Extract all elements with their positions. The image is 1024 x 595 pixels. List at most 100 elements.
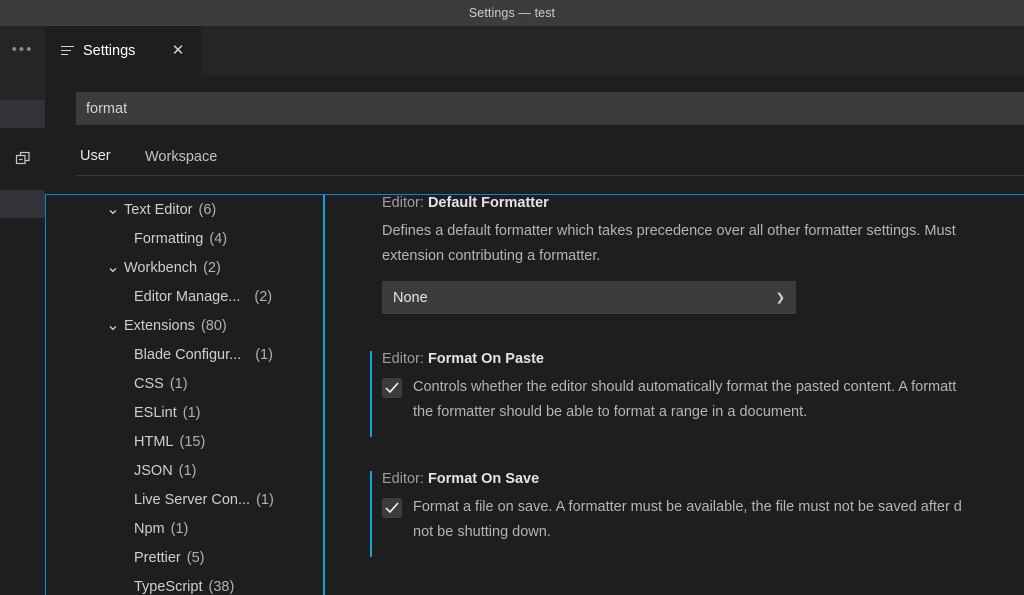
toc-item-prettier[interactable]: Prettier (5): [46, 543, 323, 572]
activity-bar-band-top: [0, 100, 45, 128]
settings-scope-tabs: User Workspace: [76, 137, 1024, 177]
tab-settings[interactable]: Settings ✕: [45, 26, 201, 75]
settings-list-icon: [61, 44, 75, 58]
toc-item-text: Formatting: [134, 230, 204, 247]
tab-workspace-label: Workspace: [145, 148, 218, 165]
setting-item-format-on-paste: Editor: Format On Paste Controls whether…: [325, 351, 1024, 437]
toc-item-count: (80): [200, 317, 227, 334]
title-bar: Settings — test: [0, 0, 1024, 26]
toc-item-label: Blade Configur... (1): [134, 340, 273, 369]
scope-tabs-divider: [76, 175, 1024, 176]
format-on-save-checkbox[interactable]: [382, 498, 402, 518]
toc-item-label: Text Editor (6): [124, 195, 216, 224]
toc-item-count: (1): [170, 520, 189, 537]
vscode-window: Settings — test ••• Settings ✕ format Us…: [0, 0, 1024, 595]
modified-indicator: [370, 351, 372, 437]
toc-item-count: (1): [255, 346, 273, 363]
toc-item-workbench[interactable]: ⌄ Workbench (2): [46, 253, 323, 282]
toc-item-formatting[interactable]: Formatting (4): [46, 224, 323, 253]
setting-description-line: not be shutting down.: [413, 524, 551, 540]
toc-item-label: Extensions (80): [124, 311, 227, 340]
check-icon: [385, 502, 399, 514]
toc-item-count: (5): [186, 549, 205, 566]
toc-item-count: (2): [203, 259, 221, 276]
default-formatter-dropdown[interactable]: None ❯: [382, 281, 796, 314]
window-title: Settings — test: [468, 6, 556, 20]
setting-category: Editor:: [382, 471, 424, 487]
ellipsis-icon[interactable]: •••: [0, 38, 45, 62]
setting-name: Format On Save: [427, 471, 540, 487]
chevron-down-icon: ❯: [775, 292, 785, 304]
toc-item-count: (4): [209, 230, 228, 247]
toc-item-text-editor[interactable]: ⌄ Text Editor (6): [46, 195, 323, 224]
toc-item-typescript[interactable]: TypeScript (38): [46, 572, 323, 595]
search-input-wrapper[interactable]: [76, 92, 1024, 125]
toc-item-count: (6): [198, 201, 217, 218]
toc-item-live-server-con[interactable]: Live Server Con... (1): [46, 485, 323, 514]
setting-name: Default Formatter: [427, 195, 549, 211]
settings-editor: User Workspace ⌄Text Editor(6)Formatting…: [45, 75, 1024, 595]
tab-workspace[interactable]: Workspace: [145, 137, 217, 176]
toc-item-eslint[interactable]: ESLint (1): [46, 398, 323, 427]
toc-item-count: (1): [182, 404, 201, 421]
modified-indicator: [370, 471, 372, 557]
tab-user-label: User: [80, 148, 111, 164]
toc-item-text: Extensions: [124, 317, 195, 334]
tab-bar-empty-space: [201, 26, 1024, 75]
setting-description-line: the formatter should be able to format a…: [413, 404, 808, 420]
settings-toc-tree: ⌄ Text Editor (6) Formatting (4) ⌄ Workbench (2…: [46, 195, 323, 595]
setting-name: Format On Paste: [427, 351, 544, 367]
toc-item-text: CSS: [134, 375, 164, 392]
toc-item-json[interactable]: JSON (1): [46, 456, 323, 485]
toc-item-text: ESLint: [134, 404, 177, 421]
search-input[interactable]: [86, 100, 1014, 117]
toc-item-editor-manage[interactable]: Editor Manage... (2): [46, 282, 323, 311]
toc-item-count: (1): [169, 375, 188, 392]
toc-item-npm[interactable]: Npm (1): [46, 514, 323, 543]
split-editor-icon[interactable]: [0, 128, 45, 190]
toc-item-label: HTML (15): [134, 427, 205, 456]
dropdown-value: None: [393, 289, 428, 306]
toc-item-text: Text Editor: [124, 201, 193, 218]
chevron-down-icon[interactable]: ⌄: [106, 311, 120, 340]
format-on-paste-checkbox[interactable]: [382, 378, 402, 398]
activity-bar-band-bottom: [0, 190, 45, 218]
split-editor-glyph: [15, 151, 30, 165]
close-icon[interactable]: ✕: [170, 43, 186, 59]
setting-description-line: Controls whether the editor should autom…: [413, 379, 957, 395]
toc-item-label: ESLint (1): [134, 398, 200, 427]
toc-item-count: (1): [178, 462, 197, 479]
setting-item-format-on-save: Editor: Format On Save Format a file on …: [325, 471, 1024, 557]
toc-item-label: Formatting (4): [134, 224, 227, 253]
chevron-down-icon[interactable]: ⌄: [106, 253, 120, 282]
setting-title: Editor: Default Formatter: [382, 195, 1024, 211]
toc-item-blade-configur[interactable]: Blade Configur... (1): [46, 340, 323, 369]
toc-item-text: JSON: [134, 462, 173, 479]
activity-bar: •••: [0, 26, 45, 595]
toc-item-label: Prettier (5): [134, 543, 204, 572]
toc-item-label: Workbench (2): [124, 253, 221, 282]
toc-item-text: Live Server Con...: [134, 491, 251, 508]
toc-item-text: Npm: [134, 520, 165, 537]
setting-title: Editor: Format On Save: [382, 471, 1024, 487]
toc-item-text: Workbench: [124, 259, 198, 276]
toc-item-extensions[interactable]: ⌄ Extensions (80): [46, 311, 323, 340]
tab-user[interactable]: User: [80, 137, 111, 176]
toc-item-count: (15): [179, 433, 206, 450]
toc-item-count: (38): [208, 578, 235, 595]
editor-tab-bar: Settings ✕: [45, 26, 1024, 75]
settings-list: Editor: Default Formatter Defines a defa…: [325, 195, 1024, 595]
setting-description-line: extension contributing a formatter.: [382, 248, 601, 264]
toc-item-label: Npm (1): [134, 514, 188, 543]
toc-item-label: Live Server Con... (1): [134, 485, 274, 514]
toc-item-count: (2): [254, 288, 273, 305]
toc-item-text: HTML: [134, 433, 174, 450]
toc-item-text: Prettier: [134, 549, 181, 566]
setting-description-line: Format a file on save. A formatter must …: [413, 499, 962, 515]
toc-item-html[interactable]: HTML (15): [46, 427, 323, 456]
toc-item-css[interactable]: CSS (1): [46, 369, 323, 398]
chevron-down-icon[interactable]: ⌄: [106, 195, 120, 224]
setting-category: Editor:: [382, 351, 424, 367]
settings-body-pane: ⌄ Text Editor (6) Formatting (4) ⌄ Workbench (2…: [45, 194, 1024, 595]
activity-bar-spacer: [0, 218, 45, 595]
